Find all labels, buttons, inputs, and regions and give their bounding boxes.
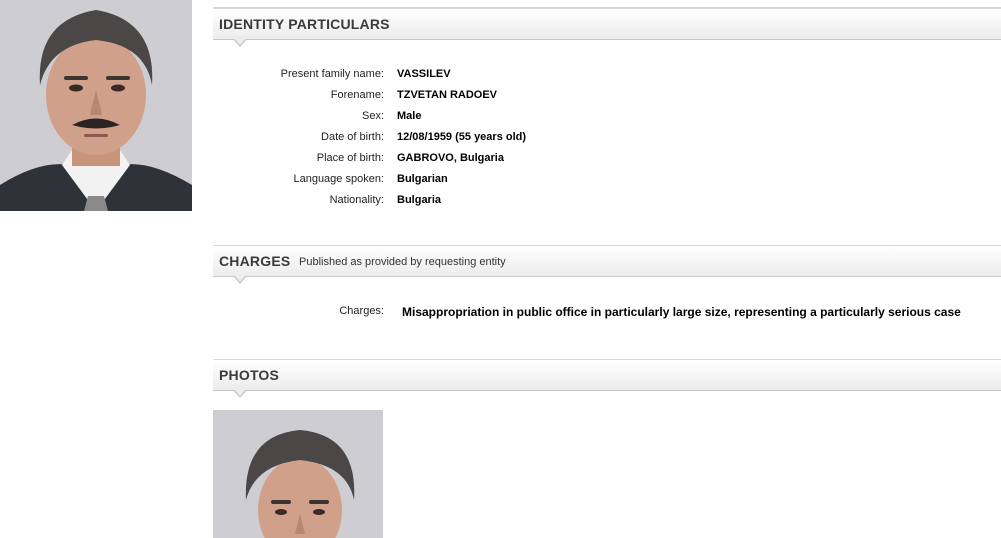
main-photo[interactable] <box>0 0 192 211</box>
field-label: Forename: <box>330 89 384 101</box>
field-label: Place of birth: <box>316 152 384 164</box>
field-value: VASSILEV <box>397 68 451 80</box>
identity-heading: IDENTITY PARTICULARS <box>219 16 390 32</box>
field-value: 12/08/1959 (55 years old) <box>397 131 527 143</box>
field-value: Bulgarian <box>397 173 448 185</box>
header-notch <box>233 389 247 398</box>
charges-section-header: CHARGES Published as provided by request… <box>213 245 1001 284</box>
field-label: Date of birth: <box>321 131 384 143</box>
field-value: GABROVO, Bulgaria <box>397 152 504 164</box>
field-label: Sex: <box>361 110 384 122</box>
photo-thumbnail[interactable] <box>213 410 383 538</box>
field-value: Male <box>397 110 422 122</box>
charges-label: Charges: <box>339 305 384 317</box>
top-divider <box>213 0 1001 8</box>
header-notch <box>233 275 247 284</box>
photos-section-header: PHOTOS <box>213 359 1001 398</box>
charges-heading: CHARGES <box>219 253 291 269</box>
field-row-date-of-birth: Date of birth: 12/08/1959 (55 years old) <box>213 131 1001 149</box>
field-label: Nationality: <box>329 194 384 206</box>
identity-section-header: IDENTITY PARTICULARS <box>213 8 1001 47</box>
charges-subtitle: Published as provided by requesting enti… <box>299 256 506 268</box>
charges-value: Misappropriation in public office in par… <box>402 305 961 319</box>
header-notch <box>233 38 247 47</box>
field-value: TZVETAN RADOEV <box>397 89 498 101</box>
photos-heading: PHOTOS <box>219 367 280 383</box>
field-row-nationality: Nationality: Bulgaria <box>213 194 1001 212</box>
field-row-family-name: Present family name: VASSILEV <box>213 68 1001 86</box>
field-value: Bulgaria <box>397 194 442 206</box>
field-label: Language spoken: <box>293 173 384 185</box>
field-row-place-of-birth: Place of birth: GABROVO, Bulgaria <box>213 152 1001 170</box>
field-row-language: Language spoken: Bulgarian <box>213 173 1001 191</box>
field-label: Present family name: <box>280 68 384 80</box>
field-row-sex: Sex: Male <box>213 110 1001 128</box>
field-row-forename: Forename: TZVETAN RADOEV <box>213 89 1001 107</box>
